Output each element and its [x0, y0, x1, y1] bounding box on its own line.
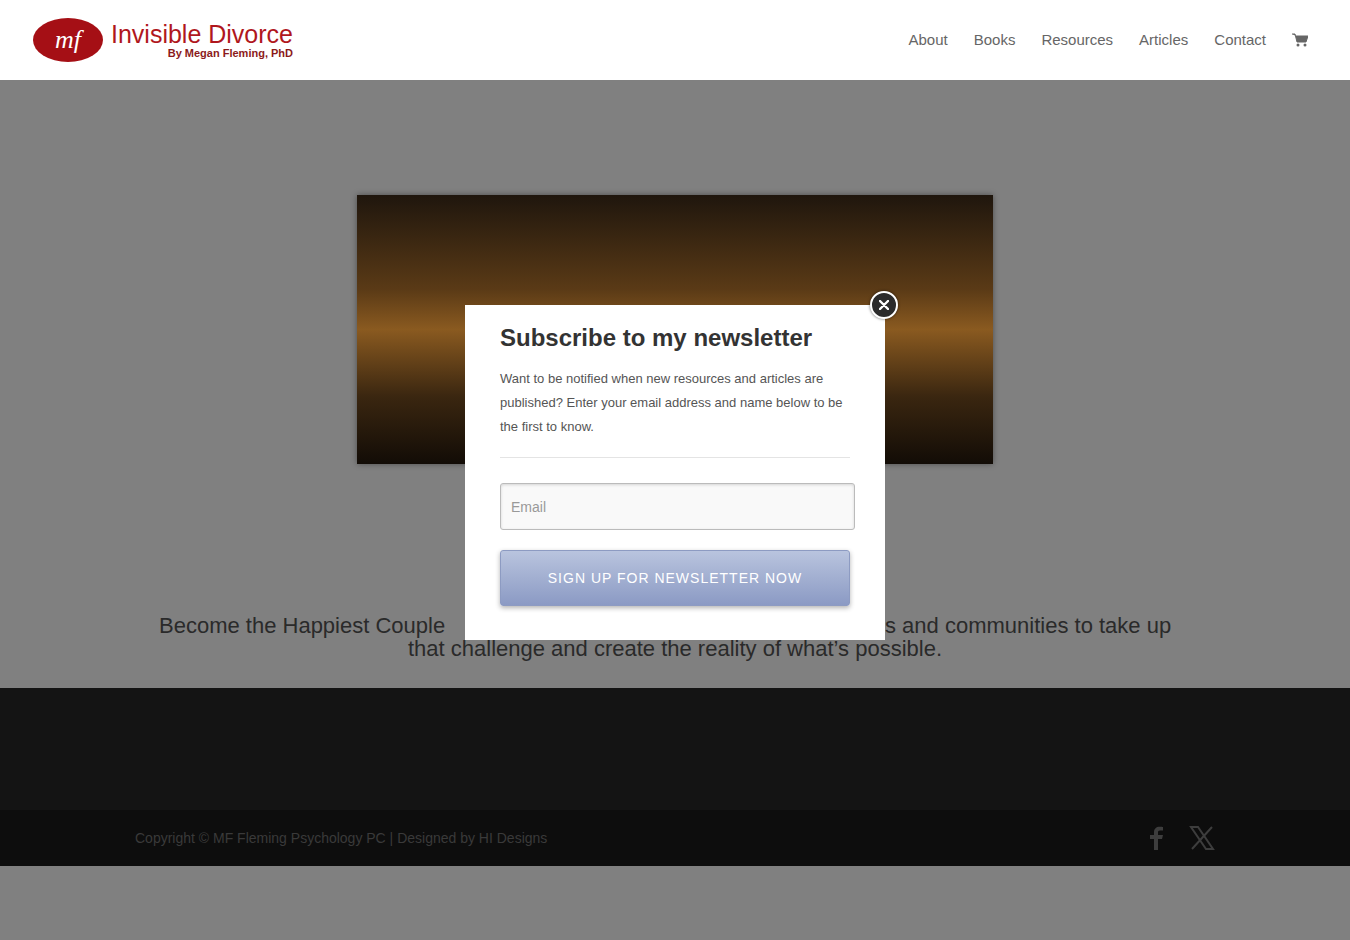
nav-link[interactable]: Books	[974, 29, 1016, 52]
tagline-right: s and communities to take up	[885, 614, 1171, 637]
x-icon[interactable]	[1189, 826, 1215, 850]
main-nav: About Books Resources Articles Contact	[909, 29, 1309, 52]
logo-mark: mf	[33, 18, 103, 62]
cart-icon[interactable]	[1292, 33, 1308, 47]
nav-link[interactable]: About	[909, 29, 948, 52]
nav-link[interactable]: Resources	[1041, 29, 1113, 52]
logo-subtitle: By Megan Fleming, PhD	[168, 47, 293, 60]
divider	[500, 457, 850, 458]
site-footer: Copyright © MF Fleming Psychology PC | D…	[0, 688, 1350, 866]
modal-title: Subscribe to my newsletter	[500, 323, 855, 353]
logo-mark-text: mf	[55, 27, 81, 53]
newsletter-modal: Subscribe to my newsletter Want to be no…	[465, 305, 885, 640]
logo-title: Invisible Divorce	[111, 21, 293, 47]
nav-link[interactable]: Articles	[1139, 29, 1188, 52]
footer-bottom: Copyright © MF Fleming Psychology PC | D…	[0, 810, 1350, 866]
social-links	[1149, 826, 1215, 850]
tagline-left: Become the Happiest Couple	[159, 614, 465, 637]
logo-text: Invisible Divorce By Megan Fleming, PhD	[111, 21, 293, 60]
email-input[interactable]	[500, 483, 855, 530]
site-header: mf Invisible Divorce By Megan Fleming, P…	[0, 0, 1350, 80]
tagline-line2: that challenge and create the reality of…	[0, 637, 1350, 660]
modal-body: Want to be notified when new resources a…	[500, 367, 855, 439]
signup-button[interactable]: SIGN UP FOR NEWSLETTER NOW	[500, 550, 850, 606]
page: mf Invisible Divorce By Megan Fleming, P…	[0, 0, 1350, 940]
facebook-icon[interactable]	[1149, 826, 1163, 850]
close-icon[interactable]	[870, 291, 898, 319]
logo[interactable]: mf Invisible Divorce By Megan Fleming, P…	[33, 18, 293, 62]
footer-widgets	[0, 688, 1350, 810]
nav-link[interactable]: Contact	[1214, 29, 1266, 52]
copyright: Copyright © MF Fleming Psychology PC | D…	[135, 828, 547, 849]
